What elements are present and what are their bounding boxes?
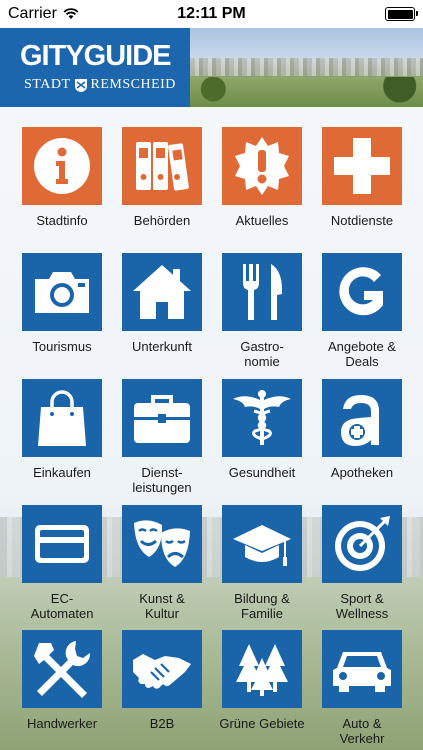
tile-gastronomie[interactable]: Gastro- nomie xyxy=(222,253,302,369)
logo-sub-right: REMSCHEID xyxy=(90,77,176,92)
tile-label: Kunst & Kultur xyxy=(139,591,185,621)
city-panorama-photo xyxy=(190,28,423,107)
tile-ec-automaten[interactable]: EC- Automaten xyxy=(22,505,102,621)
category-grid: Stadtinfo Behörden Aktuelles Notdienste xyxy=(0,107,423,750)
briefcase-icon xyxy=(134,395,190,443)
cutlery-icon xyxy=(243,264,283,320)
tile-gruene-gebiete[interactable]: Grüne Gebiete xyxy=(219,630,305,731)
tile-label: Tourismus xyxy=(32,339,92,354)
tile-bildung-familie[interactable]: Bildung & Familie xyxy=(222,505,302,621)
tools-icon xyxy=(34,641,91,698)
tile-aktuelles[interactable]: Aktuelles xyxy=(222,127,302,228)
card-icon xyxy=(35,525,89,563)
cityguide-logo[interactable]: GITYGUIDE STADT REMSCHEID xyxy=(0,28,190,107)
tile-tourismus[interactable]: Tourismus xyxy=(22,253,102,354)
info-icon xyxy=(34,138,90,194)
tile-label: Stadtinfo xyxy=(36,213,88,228)
binders-icon xyxy=(136,142,189,191)
logo-sub-left: STADT xyxy=(24,77,71,92)
tile-label: Aktuelles xyxy=(235,213,289,228)
target-icon xyxy=(335,516,390,571)
tile-kunst-kultur[interactable]: Kunst & Kultur xyxy=(122,505,202,621)
tile-gesundheit[interactable]: Gesundheit xyxy=(222,379,302,480)
tile-auto-verkehr[interactable]: Auto & Verkehr xyxy=(322,630,402,746)
cross-icon xyxy=(334,138,390,194)
tile-label: Dienst- leistungen xyxy=(132,465,192,495)
car-icon xyxy=(333,652,391,692)
tile-label: Sport & Wellness xyxy=(335,591,389,621)
status-bar: Carrier 12:11 PM xyxy=(0,0,423,28)
tile-label: Gesundheit xyxy=(228,465,296,480)
house-icon xyxy=(133,265,191,319)
logo-subtitle: STADT REMSCHEID xyxy=(24,77,176,93)
tile-dienstleistungen[interactable]: Dienst- leistungen xyxy=(122,379,202,495)
tile-einkaufen[interactable]: Einkaufen xyxy=(22,379,102,480)
tile-stadtinfo[interactable]: Stadtinfo xyxy=(22,127,102,228)
tile-sport-wellness[interactable]: Sport & Wellness xyxy=(322,505,402,621)
handshake-icon xyxy=(133,654,191,689)
tile-label: Gastro- nomie xyxy=(240,339,284,369)
tile-label: Behörden xyxy=(133,213,191,228)
logo-title: GITYGUIDE xyxy=(20,40,172,72)
trees-icon xyxy=(236,644,288,696)
tile-label: Auto & Verkehr xyxy=(339,716,385,746)
coat-of-arms-icon xyxy=(74,79,87,92)
status-time: 12:11 PM xyxy=(177,5,246,22)
tile-notdienste[interactable]: Notdienste xyxy=(322,127,402,228)
tile-label: Handwerker xyxy=(26,716,98,731)
alert-badge-icon xyxy=(235,137,289,195)
tile-label: Grüne Gebiete xyxy=(219,716,305,731)
tile-label: Apotheken xyxy=(330,465,394,480)
tile-label: B2B xyxy=(149,716,175,731)
tile-apotheken[interactable]: Apotheken xyxy=(322,379,402,480)
tile-label: Angebote & Deals xyxy=(328,339,396,369)
camera-icon xyxy=(35,272,89,313)
app-header: GITYGUIDE STADT REMSCHEID xyxy=(0,28,423,107)
theater-masks-icon xyxy=(134,520,190,567)
tile-label: Bildung & Familie xyxy=(234,591,290,621)
tile-label: EC- Automaten xyxy=(30,591,94,621)
caduceus-icon xyxy=(233,390,291,445)
tile-handwerker[interactable]: Handwerker xyxy=(22,630,102,731)
shopping-bag-icon xyxy=(38,390,86,446)
tile-behoerden[interactable]: Behörden xyxy=(122,127,202,228)
tile-label: Unterkunft xyxy=(132,339,192,354)
tile-unterkunft[interactable]: Unterkunft xyxy=(122,253,202,354)
tile-angebote-deals[interactable]: Angebote & Deals xyxy=(322,253,402,369)
battery-icon xyxy=(385,7,418,21)
tile-b2b[interactable]: B2B xyxy=(122,630,202,731)
pharmacy-icon xyxy=(341,395,379,446)
graduation-cap-icon xyxy=(233,525,291,566)
tile-label: Notdienste xyxy=(330,213,394,228)
g-logo-icon xyxy=(339,267,383,316)
tile-label: Einkaufen xyxy=(33,465,91,480)
